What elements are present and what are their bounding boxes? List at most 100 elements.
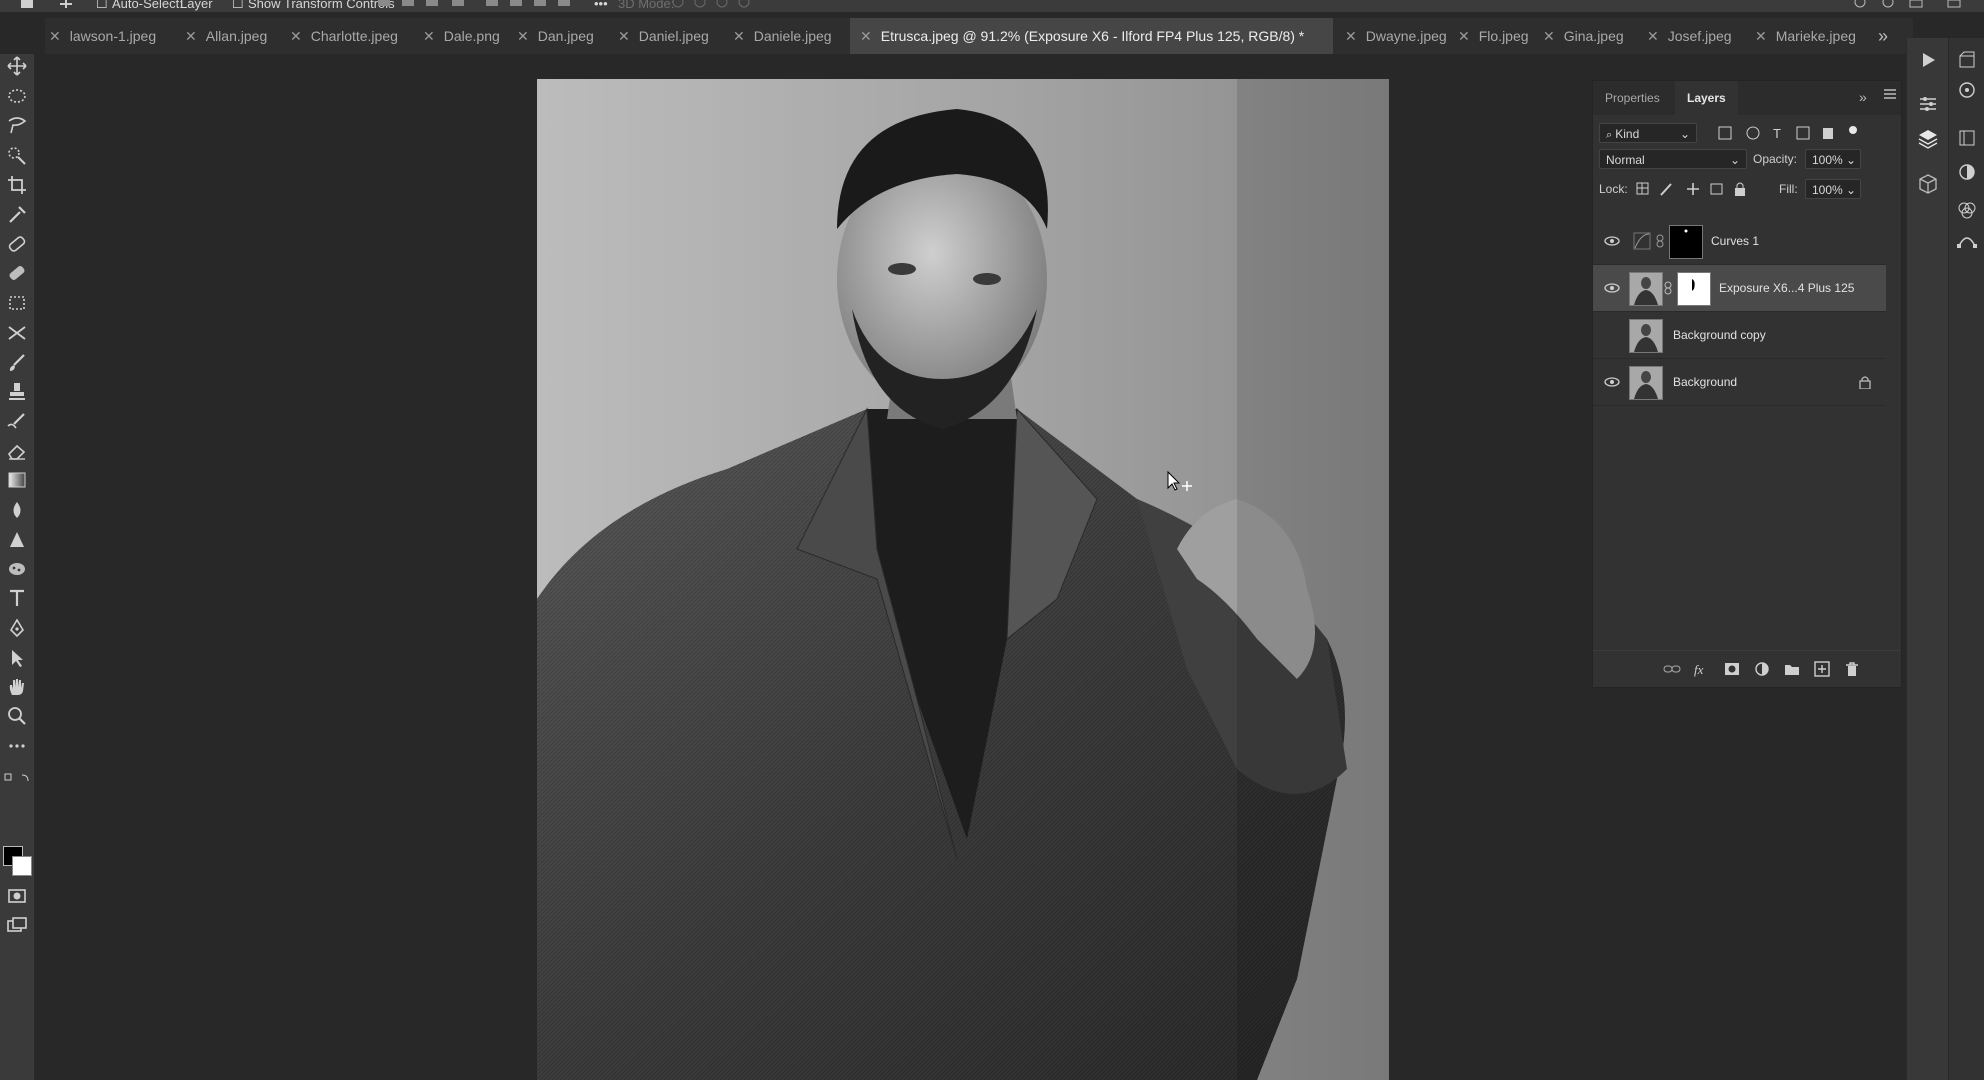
hand-tool-icon[interactable]: [4, 675, 30, 699]
adjustments-sliders-icon[interactable]: [1916, 92, 1940, 116]
move-preset-icon[interactable]: [58, 0, 84, 8]
close-tab-icon[interactable]: ✕: [1345, 28, 1357, 44]
sharpen-tool-icon[interactable]: [4, 528, 30, 552]
tab-dan[interactable]: ✕ Dan.jpeg: [517, 18, 594, 54]
close-tab-icon[interactable]: ✕: [1647, 28, 1659, 44]
lock-icon[interactable]: [1859, 375, 1871, 389]
more-options-icon[interactable]: •••: [594, 0, 608, 11]
gradient-tool-icon[interactable]: [4, 468, 30, 492]
close-tab-icon[interactable]: ✕: [1755, 28, 1767, 44]
mask-link-icon[interactable]: [1655, 234, 1665, 248]
layer-row-exposure[interactable]: Exposure X6...4 Plus 125: [1593, 265, 1886, 312]
tab-daniel[interactable]: ✕ Daniel.jpeg: [618, 18, 709, 54]
close-tab-icon[interactable]: ✕: [49, 28, 61, 44]
auto-select-checkbox[interactable]: ☐: [96, 0, 108, 12]
quick-select-tool-icon[interactable]: [4, 143, 30, 167]
tab-allan[interactable]: ✕ Allan.jpeg: [185, 18, 267, 54]
path-select-tool-icon[interactable]: [4, 646, 30, 670]
fx-icon[interactable]: fx: [1693, 660, 1711, 678]
tab-charlotte[interactable]: ✕ Charlotte.jpeg: [290, 18, 398, 54]
pen-tool-icon[interactable]: [4, 616, 30, 640]
layer-row-background[interactable]: Background: [1593, 359, 1886, 406]
layer-thumbnail[interactable]: [1629, 319, 1663, 353]
visibility-eye-icon[interactable]: [1603, 233, 1621, 249]
panel-menu-icon[interactable]: [1883, 87, 1897, 101]
tab-layers[interactable]: Layers: [1675, 81, 1738, 115]
move-tool-icon[interactable]: [4, 54, 30, 78]
swap-default-colors-icon[interactable]: [2, 772, 32, 786]
properties-panel-icon[interactable]: [1955, 126, 1979, 150]
tab-overflow-icon[interactable]: »: [1878, 20, 1900, 52]
layer-row-background-copy[interactable]: Background copy: [1593, 312, 1886, 359]
tab-properties[interactable]: Properties: [1593, 81, 1672, 115]
background-color-swatch[interactable]: [12, 856, 32, 876]
3d-cube-icon[interactable]: [1916, 172, 1940, 196]
3d-controls-icons[interactable]: [670, 0, 770, 8]
layer-name[interactable]: Background: [1673, 359, 1737, 405]
show-transform-checkbox[interactable]: ☐: [232, 0, 244, 12]
visibility-eye-icon[interactable]: [1603, 374, 1621, 390]
adjustment-layer-icon[interactable]: [1753, 660, 1771, 678]
layer-thumbnail[interactable]: [1629, 366, 1663, 400]
blend-mode-dropdown[interactable]: Normal ⌄: [1599, 149, 1747, 169]
workspace-controls-icons[interactable]: [1852, 0, 1972, 8]
close-tab-icon[interactable]: ✕: [1458, 28, 1470, 44]
brush-heal-tool-icon[interactable]: [4, 261, 30, 285]
more-tools-icon[interactable]: [4, 734, 30, 758]
tab-etrusca-active[interactable]: ✕ Etrusca.jpeg @ 91.2% (Exposure X6 - Ilf…: [850, 18, 1333, 54]
link-layers-icon[interactable]: [1663, 660, 1681, 678]
halfmoon-adjust-icon[interactable]: [1955, 160, 1979, 184]
layer-name[interactable]: Curves 1: [1711, 218, 1759, 264]
clone-stamp-tool-icon[interactable]: [4, 380, 30, 404]
tab-marieke[interactable]: ✕ Marieke.jpeg: [1755, 18, 1856, 54]
type-tool-icon[interactable]: [4, 586, 30, 610]
add-mask-icon[interactable]: [1723, 660, 1741, 678]
layer-mask-thumbnail[interactable]: [1677, 272, 1711, 306]
close-tab-icon[interactable]: ✕: [517, 28, 529, 44]
layer-name[interactable]: Exposure X6...4 Plus 125: [1719, 265, 1854, 311]
visibility-eye-icon[interactable]: [1603, 280, 1621, 296]
opacity-input[interactable]: 100% ⌄: [1805, 149, 1861, 169]
layer-thumbnail[interactable]: [1629, 272, 1663, 306]
portrait-photo[interactable]: [537, 79, 1389, 1080]
tab-dwayne[interactable]: ✕ Dwayne.jpeg: [1345, 18, 1447, 54]
new-group-folder-icon[interactable]: [1783, 660, 1801, 678]
home-icon[interactable]: [18, 0, 36, 8]
color-wheel-icon[interactable]: [1955, 78, 1979, 102]
layers-stack-icon[interactable]: [1916, 127, 1940, 151]
spot-heal-tool-icon[interactable]: [4, 232, 30, 256]
marquee-tool-icon[interactable]: [4, 84, 30, 108]
close-tab-icon[interactable]: ✕: [733, 28, 745, 44]
mask-link-icon[interactable]: [1663, 281, 1673, 295]
layer-name[interactable]: Background copy: [1673, 312, 1766, 358]
crop-tool-icon[interactable]: [4, 173, 30, 197]
patch-tool-icon[interactable]: [4, 291, 30, 315]
brush-tool-icon[interactable]: [4, 351, 30, 375]
layer-row-curves[interactable]: Curves 1: [1593, 218, 1886, 265]
close-tab-icon[interactable]: ✕: [290, 28, 302, 44]
kind-filter-dropdown[interactable]: ⌕ Kind ⌄: [1599, 123, 1697, 143]
close-tab-icon[interactable]: ✕: [423, 28, 435, 44]
align-distribute-icons[interactable]: [376, 0, 586, 8]
fill-input[interactable]: 100% ⌄: [1805, 179, 1861, 199]
curves-mask-thumbnail[interactable]: [1669, 225, 1703, 259]
new-layer-icon[interactable]: [1813, 660, 1831, 678]
tab-josef[interactable]: ✕ Josef.jpeg: [1647, 18, 1732, 54]
tab-dale[interactable]: ✕ Dale.png: [423, 18, 500, 54]
collapse-panel-icon[interactable]: »: [1859, 89, 1867, 105]
history-brush-tool-icon[interactable]: [4, 410, 30, 434]
play-actions-icon[interactable]: [1916, 48, 1940, 72]
tab-lawson-1[interactable]: ✕ lawson-1.jpeg: [49, 18, 156, 54]
tab-flo[interactable]: ✕ Flo.jpeg: [1458, 18, 1529, 54]
paths-icon[interactable]: [1955, 228, 1979, 252]
zoom-tool-icon[interactable]: [4, 704, 30, 728]
tab-gina[interactable]: ✕ Gina.jpeg: [1543, 18, 1624, 54]
sponge-tool-icon[interactable]: [4, 557, 30, 581]
close-tab-icon[interactable]: ✕: [1543, 28, 1555, 44]
eyedropper-tool-icon[interactable]: [4, 202, 30, 226]
lasso-tool-icon[interactable]: [4, 113, 30, 137]
visibility-toggle-empty[interactable]: [1603, 327, 1621, 343]
layer-filter-icons[interactable]: T: [1717, 124, 1867, 142]
libraries-icon[interactable]: [1955, 48, 1979, 72]
close-tab-icon[interactable]: ✕: [860, 28, 872, 44]
